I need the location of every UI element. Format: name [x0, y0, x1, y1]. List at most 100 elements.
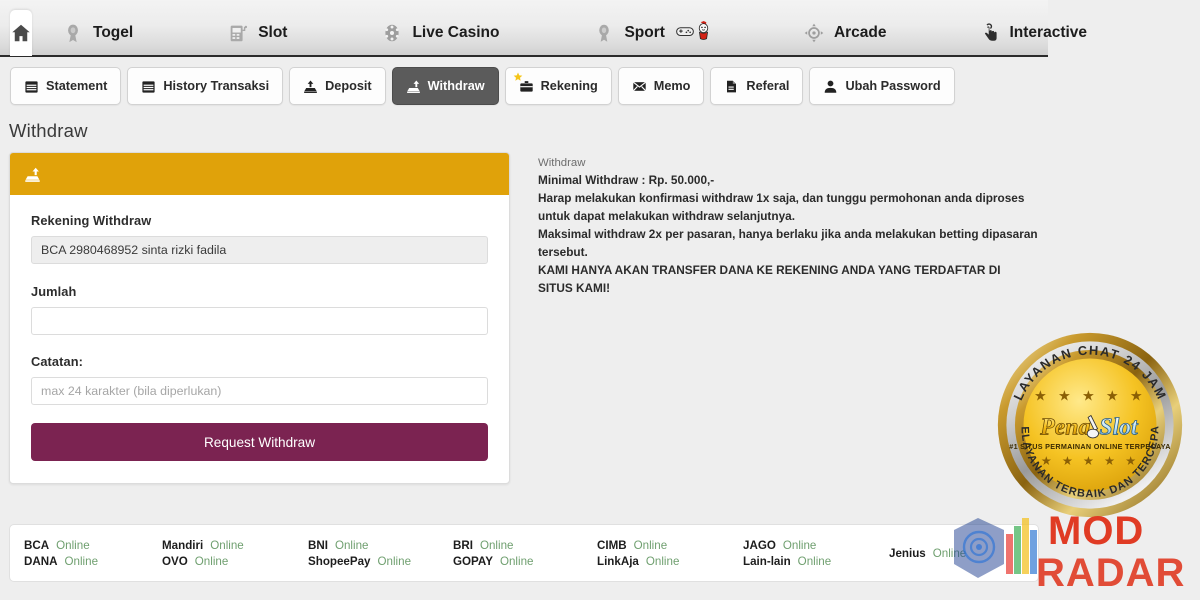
tab-history-transaksi[interactable]: History Transaksi [127, 67, 284, 105]
withdraw-form-body: Rekening Withdraw Jumlah Catatan: Reques… [10, 195, 509, 483]
request-withdraw-button[interactable]: Request Withdraw [31, 423, 488, 461]
bank-status-footer: BCA Online DANA Online Mandiri Online OV… [9, 524, 1039, 582]
tab-label: Statement [46, 79, 108, 93]
page-title: Withdraw [9, 120, 88, 141]
bank-name: Mandiri [162, 538, 204, 552]
withdraw-icon [406, 79, 421, 94]
info-heading: Withdraw [538, 157, 586, 169]
calendar-icon [141, 79, 156, 94]
logo-stars-top: ★ ★ ★ ★ ★ [1034, 388, 1146, 404]
nav-item-sport[interactable]: Sport [577, 10, 726, 56]
nav-label-slot: Slot [258, 24, 288, 41]
bank-status-row: CIMB Online [597, 539, 735, 552]
home-icon [10, 22, 32, 44]
logo-brand-secondary: Slot [1099, 415, 1139, 441]
tab-statement[interactable]: Statement [10, 67, 122, 105]
bank-name: BRI [453, 538, 473, 552]
bank-column: Mandiri Online OVO Online [162, 539, 300, 568]
bank-status: Online [797, 554, 832, 568]
star-badge-icon [513, 71, 523, 81]
bank-status-row: GOPAY Online [453, 555, 589, 568]
bank-column: JAGO Online Lain-lain Online [743, 539, 881, 568]
bank-status-row: Mandiri Online [162, 539, 300, 552]
withdraw-icon [24, 166, 41, 183]
bank-name: DANA [24, 554, 58, 568]
nav-label-live-casino: Live Casino [412, 24, 500, 41]
bank-name: Jenius [889, 546, 926, 560]
envelope-icon [632, 79, 647, 94]
jumlah-input[interactable] [31, 307, 488, 335]
info-line-minimal: Minimal Withdraw : Rp. 50.000,- [538, 173, 715, 188]
bank-status: Online [377, 554, 412, 568]
bank-status-row: BRI Online [453, 539, 589, 552]
bank-column: Jenius Online [889, 547, 966, 560]
logo-tagline: #1 SITUS PERMAINAN ONLINE TERPECAYA [1009, 442, 1171, 451]
nav-item-arcade[interactable]: Arcade [787, 10, 903, 56]
withdraw-form-card: Rekening Withdraw Jumlah Catatan: Reques… [9, 152, 510, 484]
sport-badge-group [676, 20, 711, 45]
casino-chip-icon [381, 22, 403, 44]
catatan-label: Catatan: [31, 354, 83, 369]
bank-status-row: OVO Online [162, 555, 300, 568]
pena-slot-logo-badge: LAYANAN CHAT 24 JAM PELAYANAN TERBAIK DA… [995, 330, 1185, 520]
info-line-konfirmasi: Harap melakukan konfirmasi withdraw 1x s… [538, 191, 1025, 224]
nav-label-arcade: Arcade [833, 24, 887, 41]
nav-item-live-casino[interactable]: Live Casino [365, 10, 515, 56]
bank-column: CIMB Online LinkAja Online [597, 539, 735, 568]
bank-status-row: ShopeePay Online [308, 555, 445, 568]
bank-status: Online [334, 538, 369, 552]
tab-deposit[interactable]: Deposit [289, 67, 386, 105]
tab-label: Referal [746, 79, 790, 93]
account-tab-bar: Statement History Transaksi Deposit With… [0, 63, 1048, 109]
bank-status: Online [499, 554, 534, 568]
bank-name: BNI [308, 538, 328, 552]
tab-referal[interactable]: Referal [710, 67, 804, 105]
tab-memo[interactable]: Memo [617, 67, 705, 105]
bank-status-row: LinkAja Online [597, 555, 735, 568]
togel-icon [62, 22, 84, 44]
bank-status: Online [194, 554, 229, 568]
bank-status-row: DANA Online [24, 555, 154, 568]
tab-withdraw[interactable]: Withdraw [391, 67, 499, 105]
referal-icon [724, 79, 739, 94]
nav-item-togel[interactable]: Togel [46, 10, 149, 56]
tab-label: Memo [653, 79, 691, 93]
bank-status-row: JAGO Online [743, 539, 881, 552]
rekening-withdraw-input[interactable] [31, 236, 488, 264]
watermark-line-2: RADAR [1036, 551, 1185, 595]
tab-label: Ubah Password [845, 79, 941, 93]
nav-label-togel: Togel [93, 24, 134, 41]
nav-item-interactive[interactable]: Interactive [963, 10, 1104, 56]
calendar-icon [24, 79, 39, 94]
tab-label: Rekening [540, 79, 598, 93]
tab-rekening[interactable]: Rekening [504, 67, 612, 105]
bank-status-row: Lain-lain Online [743, 555, 881, 568]
gamepad-icon [676, 24, 694, 43]
nav-item-slot[interactable]: Slot [211, 10, 303, 56]
jumlah-label: Jumlah [31, 284, 77, 299]
bank-status: Online [56, 538, 90, 552]
rekening-withdraw-label: Rekening Withdraw [31, 213, 152, 228]
bank-status-row: BCA Online [24, 539, 154, 552]
nav-label-interactive: Interactive [1009, 24, 1088, 41]
pointing-hand-icon [979, 22, 1001, 44]
tab-label: History Transaksi [163, 79, 270, 93]
mascot-badge-icon [696, 20, 711, 45]
bank-status-row: Jenius Online [889, 547, 966, 560]
user-icon [823, 79, 838, 94]
bank-status: Online [479, 538, 514, 552]
tab-ubah-password[interactable]: Ubah Password [809, 67, 955, 105]
bank-status: Online [932, 546, 967, 560]
logo-stars-bottom: ★ ★ ★ ★ ★ [1041, 454, 1139, 468]
catatan-input[interactable] [31, 377, 488, 405]
bank-status: Online [210, 538, 244, 552]
bank-status: Online [633, 538, 668, 552]
withdraw-form-header [10, 153, 509, 195]
bank-column: BCA Online DANA Online [24, 539, 154, 568]
tab-label: Deposit [325, 79, 372, 93]
nav-item-home[interactable] [10, 10, 32, 56]
bank-name: OVO [162, 554, 188, 568]
tab-label: Withdraw [427, 79, 485, 93]
bank-name: GOPAY [453, 554, 493, 568]
info-line-maksimal: Maksimal withdraw 2x per pasaran, hanya … [538, 227, 1038, 260]
